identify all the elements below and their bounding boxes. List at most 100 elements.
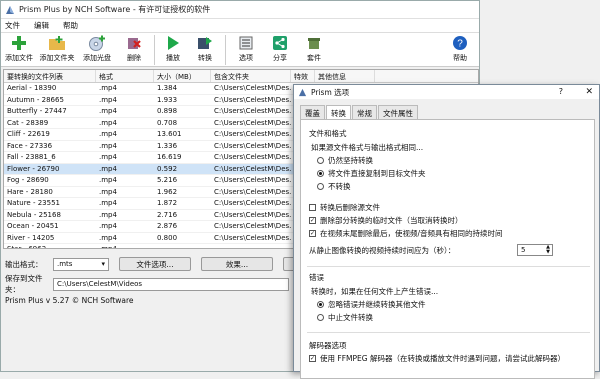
radio-no-convert[interactable]: 不转换 xyxy=(317,181,351,192)
tab-overwrite[interactable]: 覆盖 xyxy=(300,105,325,119)
cell-folder: C:\Users\CelestM\Des... xyxy=(214,233,291,242)
col-header-size[interactable]: 大小（MB） xyxy=(154,70,211,82)
dialog-help-button[interactable]: ? xyxy=(559,87,563,96)
col-header-folder[interactable]: 包含文件夹 xyxy=(211,70,291,82)
menu-edit[interactable]: 编辑 xyxy=(34,20,49,31)
cell-format: .mp4 xyxy=(99,107,117,115)
effects-button[interactable]: 效果... xyxy=(201,257,273,271)
cell-name: Flower - 26790 xyxy=(7,164,60,173)
menu-file[interactable]: 文件 xyxy=(5,20,20,31)
section-files-formats: 文件和格式 xyxy=(309,129,347,138)
cell-size xyxy=(154,244,211,248)
cell-name: Face - 27336 xyxy=(7,141,53,150)
cell-name: Cliff - 22619 xyxy=(7,130,50,138)
prism-app-icon xyxy=(298,88,307,96)
still-duration-stepper[interactable]: 5 ▲ ▼ xyxy=(517,244,553,256)
spinner-arrows-icon: ▲ ▼ xyxy=(546,244,550,255)
cell-folder: C:\Users\CelestM\Des... xyxy=(214,210,291,219)
cell-format: .mp4 xyxy=(99,199,117,207)
save-to-input[interactable]: C:\Users\CelestM\Videos xyxy=(53,277,289,291)
add-folder-button[interactable]: 添加文件夹 xyxy=(37,33,77,67)
col-header-info[interactable]: 其他信息 xyxy=(315,70,375,82)
check-trim-end[interactable]: ✓ 在视频末尾删除最后，使视频/音频具有相同的持续时间 xyxy=(309,228,503,239)
file-list-header: 要转换的文件列表 格式 大小（MB） 包含文件夹 特效 其他信息 xyxy=(4,70,478,83)
check-delete-source[interactable]: 转换后删除源文件 xyxy=(309,202,380,213)
play-button[interactable]: 播放 xyxy=(158,33,188,67)
cell-name: Star - 6962 xyxy=(7,245,47,249)
cell-name: Autumn - 28665 xyxy=(7,95,64,104)
prism-app-icon xyxy=(6,5,14,14)
share-icon xyxy=(273,36,287,50)
cell-folder: C:\Users\CelestM\Des... xyxy=(214,107,291,115)
cell-format: .mp4 xyxy=(99,187,117,196)
cell-format: .mp4 xyxy=(99,118,117,127)
cell-folder: C:\Users\CelestM\Des... xyxy=(214,199,291,207)
col-header-format[interactable]: 格式 xyxy=(96,70,154,82)
dialog-title-bar: Prism 选项 ? ✕ xyxy=(294,85,599,99)
cell-size: 1.872 xyxy=(157,199,178,207)
tab-convert[interactable]: 转换 xyxy=(326,105,351,119)
check-ffmpeg-decoder[interactable]: ✓ 使用 FFMPEG 解码器（在转换或播放文件时遇到问题，请尝试此解码器） xyxy=(309,353,565,364)
checkbox-icon xyxy=(309,204,316,211)
share-button[interactable]: 分享 xyxy=(263,33,297,67)
cell-format: .mp4 xyxy=(99,245,117,249)
add-file-button[interactable]: 添加文件 xyxy=(1,33,37,67)
cell-name: Fall - 23881_6 xyxy=(7,153,56,161)
output-format-select[interactable]: .mts ▾ xyxy=(53,257,109,271)
cell-folder: C:\Users\CelestM\Des... xyxy=(214,84,291,92)
menu-help[interactable]: 帮助 xyxy=(63,20,78,31)
options-dialog: Prism 选项 ? ✕ 覆盖 转换 常规 文件属性 文件和格式 如果源文件格式… xyxy=(293,84,600,379)
options-icon xyxy=(239,36,253,50)
col-header-effects[interactable]: 特效 xyxy=(291,70,315,82)
cell-format: .mp4 xyxy=(99,222,117,230)
options-button[interactable]: 选项 xyxy=(229,33,263,67)
radio-icon xyxy=(317,314,324,321)
radio-abort-convert[interactable]: 中止文件转换 xyxy=(317,312,373,323)
add-disc-button[interactable]: 添加光盘 xyxy=(77,33,117,67)
file-options-button[interactable]: 文件选项... xyxy=(119,257,191,271)
convert-button[interactable]: 转换 xyxy=(188,33,222,67)
cell-folder: C:\Users\CelestM\Des... xyxy=(214,164,291,173)
chevron-down-icon: ▾ xyxy=(101,260,105,268)
dialog-tabs: 覆盖 转换 常规 文件属性 xyxy=(294,105,599,119)
cell-size: 13.601 xyxy=(157,130,182,138)
cell-name: Nebula - 25168 xyxy=(7,210,61,219)
dialog-title: Prism 选项 xyxy=(311,87,350,97)
suite-button[interactable]: 套件 xyxy=(297,33,331,67)
cell-name: Cat - 28389 xyxy=(7,118,49,127)
radio-checked-icon xyxy=(317,170,324,177)
tab-general[interactable]: 常规 xyxy=(352,105,377,119)
cell-folder xyxy=(211,244,291,248)
radio-copy-to-dest[interactable]: 将文件直接复制到目标文件夹 xyxy=(317,168,426,179)
menu-bar: 文件 编辑 帮助 xyxy=(1,19,479,33)
add-file-icon xyxy=(12,36,26,50)
cell-size: 2.876 xyxy=(157,222,178,230)
cell-format: .mp4 xyxy=(99,141,117,150)
radio-icon xyxy=(317,183,324,190)
convert-icon xyxy=(198,37,212,49)
radio-still-convert[interactable]: 仍然坚持转换 xyxy=(317,155,373,166)
cell-size: 5.216 xyxy=(157,176,178,184)
cell-format: .mp4 xyxy=(99,84,117,92)
divider xyxy=(307,332,590,333)
error-question: 转换时，如果在任何文件上产生错误... xyxy=(311,287,439,296)
cell-format: .mp4 xyxy=(99,176,117,184)
delete-button[interactable]: 删除 xyxy=(117,33,151,67)
folder-plus-icon xyxy=(49,36,65,50)
toolbar-separator xyxy=(225,35,226,65)
help-button[interactable]: ? 帮助 xyxy=(445,33,475,67)
col-header-name[interactable]: 要转换的文件列表 xyxy=(4,70,96,82)
help-icon: ? xyxy=(453,36,467,50)
cell-folder: C:\Users\CelestM\Des... xyxy=(214,95,291,104)
save-to-label: 保存到文件夹： xyxy=(5,274,43,294)
check-delete-temp[interactable]: ✓ 删除部分转换的临时文件（当取消转换时） xyxy=(309,215,463,226)
tab-file-properties[interactable]: 文件属性 xyxy=(378,105,418,119)
radio-ignore-errors[interactable]: 忽略错误并继续转换其他文件 xyxy=(317,299,426,310)
close-icon[interactable]: ✕ xyxy=(585,87,593,97)
cell-folder: C:\Users\CelestM\Des... xyxy=(214,118,291,127)
cell-folder: C:\Users\CelestM\Des... xyxy=(214,176,291,184)
checkbox-checked-icon: ✓ xyxy=(309,355,316,362)
cell-name: River - 14205 xyxy=(7,233,55,242)
title-bar: Prism Plus by NCH Software - 有许可证授权的软件 xyxy=(1,1,479,19)
cell-name: Nature - 23551 xyxy=(7,199,60,207)
